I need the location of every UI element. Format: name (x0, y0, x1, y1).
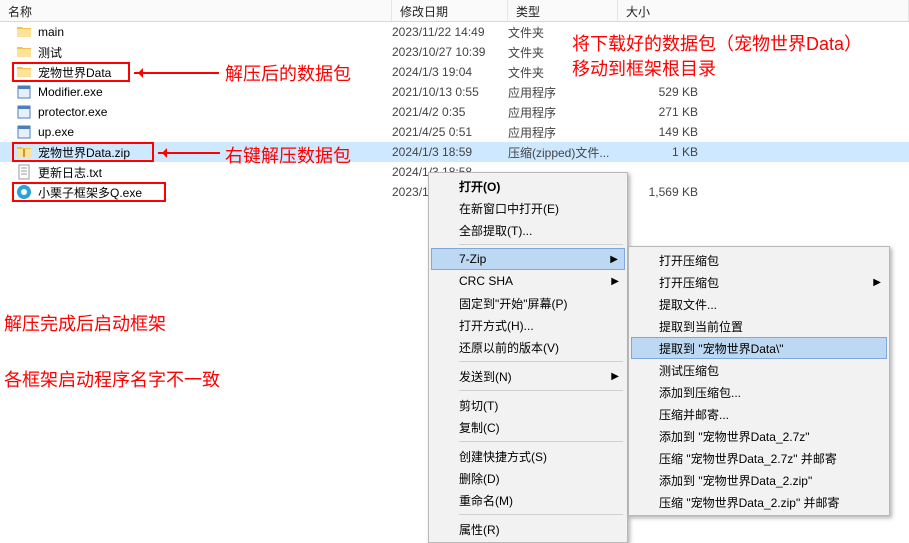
submenu-compress-mail[interactable]: 压缩并邮寄... (631, 403, 887, 425)
folder-icon (16, 24, 32, 40)
exe-icon (16, 124, 32, 140)
submenu-compress-7z-mail[interactable]: 压缩 "宠物世界Data_2.7z" 并邮寄 (631, 447, 887, 469)
menu-copy[interactable]: 复制(C) (431, 416, 625, 438)
menu-shortcut[interactable]: 创建快捷方式(S) (431, 445, 625, 467)
annotation-after-extract: 解压完成后启动框架 (4, 310, 166, 336)
file-type: 文件夹 (508, 44, 618, 61)
file-name: 更新日志.txt (38, 164, 102, 181)
chevron-right-icon: ▶ (611, 276, 619, 287)
chevron-right-icon: ▶ (610, 254, 618, 265)
txt-icon (16, 164, 32, 180)
file-type: 应用程序 (508, 84, 618, 101)
submenu-extract-to-name[interactable]: 提取到 "宠物世界Data\" (631, 337, 887, 359)
chevron-right-icon: ▶ (873, 277, 881, 288)
file-size: 1 KB (618, 145, 708, 159)
app-icon (16, 184, 32, 200)
menu-open-with[interactable]: 打开方式(H)... (431, 314, 625, 336)
menu-extract-all[interactable]: 全部提取(T)... (431, 219, 625, 241)
menu-restore-prev[interactable]: 还原以前的版本(V) (431, 336, 625, 358)
file-type: 应用程序 (508, 124, 618, 141)
file-row[interactable]: 测试 2023/10/27 10:39文件夹 (0, 42, 909, 62)
submenu-7zip: 打开压缩包 打开压缩包▶ 提取文件... 提取到当前位置 提取到 "宠物世界Da… (628, 246, 890, 516)
menu-7zip[interactable]: 7-Zip▶ (431, 248, 625, 270)
submenu-add-to[interactable]: 添加到压缩包... (631, 381, 887, 403)
col-name[interactable]: 名称 (0, 0, 392, 21)
arrow-1 (134, 72, 219, 74)
exe-icon (16, 104, 32, 120)
file-name: 宠物世界Data (38, 64, 111, 81)
file-date: 2024/1/3 18:59 (392, 145, 508, 159)
file-name: 宠物世界Data.zip (38, 144, 130, 161)
file-size: 1,569 KB (618, 185, 708, 199)
col-type[interactable]: 类型 (508, 0, 618, 21)
col-size[interactable]: 大小 (618, 0, 909, 21)
file-name: up.exe (38, 125, 74, 139)
menu-cut[interactable]: 剪切(T) (431, 394, 625, 416)
file-date: 2021/10/13 0:55 (392, 85, 508, 99)
file-name: 测试 (38, 44, 62, 61)
column-header: 名称 修改日期 类型 大小 (0, 0, 909, 22)
file-type: 应用程序 (508, 104, 618, 121)
file-type: 压缩(zipped)文件... (508, 144, 618, 161)
exe-icon (16, 84, 32, 100)
file-size: 271 KB (618, 105, 708, 119)
col-date[interactable]: 修改日期 (392, 0, 508, 21)
file-name: Modifier.exe (38, 85, 103, 99)
submenu-add-7z[interactable]: 添加到 "宠物世界Data_2.7z" (631, 425, 887, 447)
arrow-2 (158, 152, 220, 154)
menu-send-to[interactable]: 发送到(N)▶ (431, 365, 625, 387)
chevron-right-icon: ▶ (611, 371, 619, 382)
file-date: 2023/11/22 14:49 (392, 25, 508, 39)
file-type: 文件夹 (508, 64, 618, 81)
menu-delete[interactable]: 删除(D) (431, 467, 625, 489)
menu-rename[interactable]: 重命名(M) (431, 489, 625, 511)
file-name: main (38, 25, 64, 39)
zip-icon (16, 144, 32, 160)
separator (459, 441, 623, 442)
file-date: 2021/4/25 0:51 (392, 125, 508, 139)
file-row[interactable]: 宠物世界Data.zip 2024/1/3 18:59压缩(zipped)文件..… (0, 142, 909, 162)
separator (459, 390, 623, 391)
file-row[interactable]: Modifier.exe 2021/10/13 0:55应用程序529 KB (0, 82, 909, 102)
submenu-test[interactable]: 测试压缩包 (631, 359, 887, 381)
file-row[interactable]: main 2023/11/22 14:49文件夹 (0, 22, 909, 42)
submenu-open-archive[interactable]: 打开压缩包 (631, 249, 887, 271)
file-date: 2023/10/27 10:39 (392, 45, 508, 59)
folder-icon (16, 44, 32, 60)
file-type: 文件夹 (508, 24, 618, 41)
folder-icon (16, 64, 32, 80)
submenu-open-archive-2[interactable]: 打开压缩包▶ (631, 271, 887, 293)
file-date: 2021/4/2 0:35 (392, 105, 508, 119)
file-size: 529 KB (618, 85, 708, 99)
menu-crc-sha[interactable]: CRC SHA▶ (431, 270, 625, 292)
submenu-extract-here[interactable]: 提取到当前位置 (631, 315, 887, 337)
separator (459, 514, 623, 515)
menu-open[interactable]: 打开(O) (431, 175, 625, 197)
annotation-diff-names: 各框架启动程序名字不一致 (4, 366, 220, 392)
submenu-add-zip[interactable]: 添加到 "宠物世界Data_2.zip" (631, 469, 887, 491)
file-row[interactable]: up.exe 2021/4/25 0:51应用程序149 KB (0, 122, 909, 142)
menu-properties[interactable]: 属性(R) (431, 518, 625, 540)
submenu-extract-files[interactable]: 提取文件... (631, 293, 887, 315)
file-row[interactable]: protector.exe 2021/4/2 0:35应用程序271 KB (0, 102, 909, 122)
context-menu: 打开(O) 在新窗口中打开(E) 全部提取(T)... 7-Zip▶ CRC S… (428, 172, 628, 543)
menu-pin-start[interactable]: 固定到"开始"屏幕(P) (431, 292, 625, 314)
menu-open-new-window[interactable]: 在新窗口中打开(E) (431, 197, 625, 219)
file-size: 149 KB (618, 125, 708, 139)
file-name: 小栗子框架多Q.exe (38, 184, 142, 201)
file-date: 2024/1/3 19:04 (392, 65, 508, 79)
separator (459, 361, 623, 362)
separator (459, 244, 623, 245)
submenu-compress-zip-mail[interactable]: 压缩 "宠物世界Data_2.zip" 并邮寄 (631, 491, 887, 513)
file-name: protector.exe (38, 105, 107, 119)
